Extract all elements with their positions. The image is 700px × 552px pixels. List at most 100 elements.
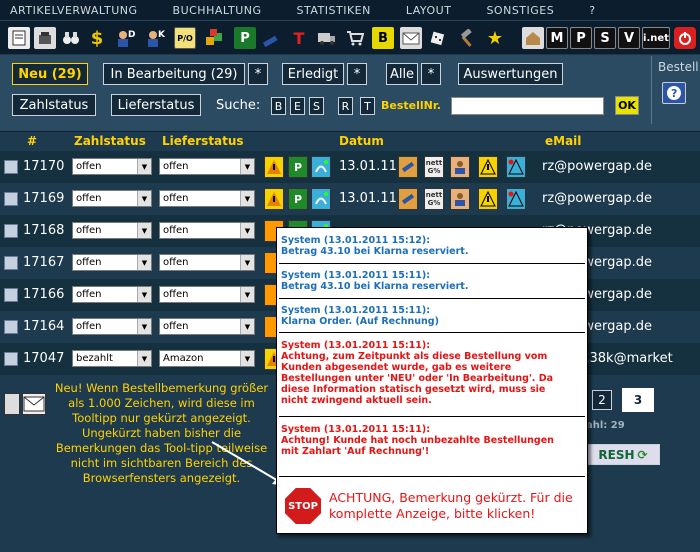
p-status-icon[interactable]: P	[288, 156, 308, 178]
table-row[interactable]: 17169 offen ▼ offen ▼ P 13.01.11 nett G% rz@powe…	[0, 183, 700, 215]
alert-icon[interactable]	[478, 156, 498, 178]
order-id[interactable]: 17167	[23, 255, 64, 270]
magnifier-icon[interactable]	[4, 224, 18, 238]
column-header-lieferstatus[interactable]: Lieferstatus	[162, 134, 244, 148]
b-icon[interactable]: B	[372, 27, 394, 49]
magnifier-icon[interactable]	[4, 192, 18, 206]
star-icon[interactable]: ★	[484, 27, 506, 49]
cart-icon[interactable]	[344, 27, 366, 49]
magnifier-icon[interactable]	[4, 320, 18, 334]
customer-email[interactable]: rz@powergap.de	[542, 159, 652, 174]
po-icon[interactable]: P/O	[174, 27, 196, 49]
nett-icon[interactable]: nett G%	[424, 188, 444, 210]
magnifier-icon[interactable]	[4, 288, 18, 302]
lieferstatus-select[interactable]: offen ▼	[159, 190, 255, 207]
customer-d-icon[interactable]: D	[114, 27, 136, 49]
zahlstatus-select[interactable]: offen ▼	[72, 286, 152, 303]
mail-icon[interactable]	[400, 27, 422, 49]
info-alert-icon[interactable]	[506, 156, 526, 178]
tab-in-bearbeitung[interactable]: In Bearbeitung (29)	[103, 63, 245, 85]
customer-icon[interactable]	[450, 156, 470, 178]
zahlstatus-select[interactable]: offen ▼	[72, 158, 152, 175]
power-icon[interactable]	[674, 27, 696, 49]
bestellnr-input[interactable]	[451, 97, 604, 115]
search-r-button[interactable]: R	[338, 97, 353, 115]
column-header-zahlstatus[interactable]: Zahlstatus	[74, 134, 146, 148]
s-icon[interactable]: S	[594, 27, 616, 49]
lieferstatus-select[interactable]: offen ▼	[159, 222, 255, 239]
menu-layout[interactable]: LAYOUT	[406, 4, 452, 17]
truncation-warning[interactable]: ACHTUNG, Bemerkung gekürzt. Für die komp…	[329, 490, 584, 522]
column-header-datum[interactable]: Datum	[339, 134, 384, 148]
zahlstatus-select[interactable]: offen ▼	[72, 254, 152, 271]
t-icon[interactable]: T	[288, 27, 310, 49]
alert-icon[interactable]	[478, 188, 498, 210]
customer-k-icon[interactable]: K	[144, 27, 166, 49]
warning-icon[interactable]	[264, 156, 284, 178]
dice-icon[interactable]	[428, 27, 450, 49]
warning-icon[interactable]	[264, 188, 284, 210]
envelope-icon[interactable]	[22, 393, 46, 415]
info-alert-icon[interactable]	[506, 188, 526, 210]
column-header-email[interactable]: eMail	[545, 134, 581, 148]
zahlstatus-select[interactable]: bezahlt ▼	[72, 350, 152, 367]
menu-buchhaltung[interactable]: BUCHHALTUNG	[173, 4, 262, 17]
tab-auswertungen[interactable]: Auswertungen	[458, 63, 563, 85]
lieferstatus-select[interactable]: offen ▼	[159, 318, 255, 335]
order-id[interactable]: 17166	[23, 287, 64, 302]
v-icon[interactable]: V	[618, 27, 640, 49]
star-button-bearbeitung[interactable]: *	[248, 63, 268, 85]
search-s-button[interactable]: S	[309, 97, 324, 115]
menu-artikelverwaltung[interactable]: ARTIKELVERWALTUNG	[10, 4, 138, 17]
page-2-button[interactable]: 2	[592, 390, 612, 410]
zahlstatus-select[interactable]: offen ▼	[72, 190, 152, 207]
search-e-button[interactable]: E	[290, 97, 305, 115]
lieferstatus-select[interactable]: offen ▼	[159, 254, 255, 271]
customer-icon[interactable]	[450, 188, 470, 210]
pen-icon[interactable]	[260, 27, 282, 49]
search-t-button[interactable]: T	[360, 97, 375, 115]
binoculars-icon[interactable]	[60, 27, 82, 49]
zahlstatus-select[interactable]: offen ▼	[72, 318, 152, 335]
klarna-icon[interactable]	[311, 156, 331, 178]
dollar-icon[interactable]: $	[86, 27, 108, 49]
help-icon[interactable]: ?	[662, 82, 686, 104]
search-b-button[interactable]: B	[271, 97, 286, 115]
menu-statistiken[interactable]: STATISTIKEN	[297, 4, 371, 17]
table-row[interactable]: 17170 offen ▼ offen ▼ P 13.01.11 nett G% rz@powe…	[0, 151, 700, 183]
menu-help[interactable]: ?	[589, 4, 595, 17]
order-id[interactable]: 17047	[23, 351, 64, 366]
magnifier-icon[interactable]	[4, 352, 18, 366]
boxes-icon[interactable]	[204, 27, 226, 49]
zahlstatus-button[interactable]: Zahlstatus	[12, 94, 96, 116]
ok-button[interactable]: OK	[615, 96, 639, 115]
order-remark-tooltip[interactable]: System (13.01.2011 15:12): Betrag 43.10 b…	[276, 227, 588, 534]
customer-email[interactable]: rz@powergap.de	[542, 191, 652, 206]
home-icon[interactable]	[522, 27, 544, 49]
edit-icon[interactable]	[398, 156, 418, 178]
truck-icon[interactable]	[316, 27, 338, 49]
lieferstatus-button[interactable]: Lieferstatus	[111, 94, 201, 116]
inet-icon[interactable]: i.net	[642, 27, 670, 49]
edit-icon[interactable]	[398, 188, 418, 210]
magnifier-icon[interactable]	[4, 160, 18, 174]
page-3-button[interactable]: 3	[622, 388, 654, 412]
p-square-icon[interactable]: P	[570, 27, 592, 49]
m-icon[interactable]: M	[546, 27, 568, 49]
lieferstatus-select[interactable]: Amazon ▼	[159, 350, 255, 367]
hammer-icon[interactable]	[456, 27, 478, 49]
p-icon[interactable]: P	[234, 27, 256, 49]
lieferstatus-select[interactable]: offen ▼	[159, 158, 255, 175]
star-button-alle[interactable]: *	[421, 63, 441, 85]
refresh-button[interactable]: RESH ⟳	[586, 444, 660, 465]
phone-icon[interactable]	[34, 27, 56, 49]
order-id[interactable]: 17169	[23, 191, 64, 206]
p-status-icon[interactable]: P	[288, 188, 308, 210]
nett-icon[interactable]: nett G%	[424, 156, 444, 178]
tab-erledigt[interactable]: Erledigt	[282, 63, 344, 85]
zahlstatus-select[interactable]: offen ▼	[72, 222, 152, 239]
tab-neu[interactable]: Neu (29)	[12, 63, 88, 85]
order-id[interactable]: 17170	[23, 159, 64, 174]
document-export-icon[interactable]	[4, 393, 20, 415]
lieferstatus-select[interactable]: offen ▼	[159, 286, 255, 303]
